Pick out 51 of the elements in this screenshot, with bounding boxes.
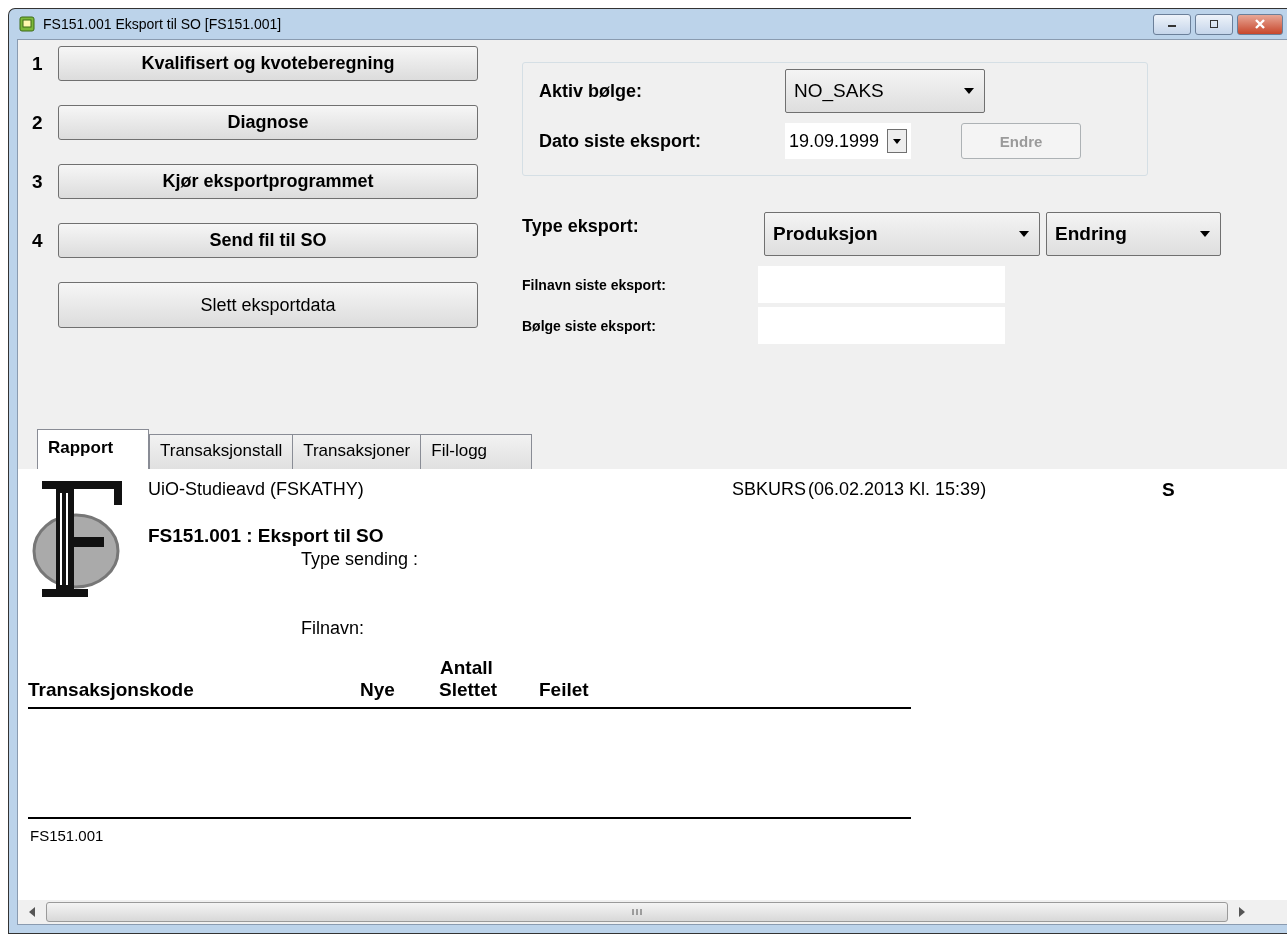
report-database: SBKURS <box>732 479 808 501</box>
group-header: Antall <box>440 657 493 678</box>
scroll-thumb[interactable] <box>46 902 1228 922</box>
step-button[interactable]: Kvalifisert og kvoteberegning <box>58 46 478 81</box>
report-organization: UiO-Studieavd (FSKATHY) <box>148 479 365 501</box>
step-number: 2 <box>32 111 44 134</box>
change-type-dropdown[interactable]: Endring <box>1046 212 1221 256</box>
report-text: S <box>1162 479 1176 502</box>
report-title: FS151.001 : Eksport til SO <box>148 525 385 547</box>
dropdown-arrow-icon <box>1019 231 1029 237</box>
step-number: 1 <box>32 52 44 75</box>
grip-icon <box>632 908 642 916</box>
maximize-button[interactable] <box>1195 13 1233 35</box>
wave-dropdown[interactable]: NO_SAKS <box>785 69 985 113</box>
step-button[interactable]: Send fil til SO <box>58 223 478 258</box>
tab[interactable]: Rapport <box>37 429 149 469</box>
column-header: Feilet <box>539 679 589 701</box>
tab[interactable]: Transaksjonstall <box>149 434 294 469</box>
app-icon <box>19 16 35 32</box>
column-header: Slettet <box>439 679 499 701</box>
tab[interactable]: Transaksjoner <box>292 434 422 469</box>
date-dropdown-button[interactable] <box>887 129 908 153</box>
active-wave-label: Aktiv bølge: <box>539 80 643 102</box>
column-header: Transaksjonskode <box>28 679 195 701</box>
export-type-dropdown[interactable]: Produksjon <box>764 212 1040 256</box>
scroll-right-icon <box>1238 907 1246 917</box>
close-icon <box>1253 19 1267 29</box>
step-button[interactable]: Diagnose <box>58 105 478 140</box>
minimize-button[interactable] <box>1153 13 1191 35</box>
maximize-icon <box>1208 19 1220 29</box>
last-file-label: Filnavn siste eksport: <box>522 276 667 293</box>
window-title: FS151.001 Eksport til SO [FS151.001] <box>43 16 282 32</box>
last-wave-label: Bølge siste eksport: <box>522 317 657 334</box>
report-timestamp: (06.02.2013 Kl. 15:39) <box>808 479 988 501</box>
file-name-label: Filnavn: <box>301 618 366 639</box>
send-type-label: Type sending : <box>301 549 420 570</box>
step-number: 4 <box>32 229 44 252</box>
export-type-label: Type eksport: <box>522 216 640 237</box>
step-button[interactable]: Kjør eksportprogrammet <box>58 164 478 199</box>
date-field[interactable]: 19.09.1999 <box>785 123 912 159</box>
report-footer: FS151.001 <box>28 819 911 848</box>
step-button[interactable]: Slett eksportdata <box>58 282 478 328</box>
date-label: Dato siste eksport: <box>539 130 703 152</box>
column-header: Nye <box>360 679 396 701</box>
step-number: 3 <box>32 170 44 193</box>
dropdown-arrow-icon <box>893 138 902 144</box>
close-button[interactable] <box>1237 13 1283 35</box>
tab[interactable]: Fil-logg <box>420 434 533 469</box>
scroll-left-icon <box>28 907 36 917</box>
dropdown-arrow-icon <box>964 88 974 94</box>
dropdown-arrow-icon <box>1200 231 1210 237</box>
